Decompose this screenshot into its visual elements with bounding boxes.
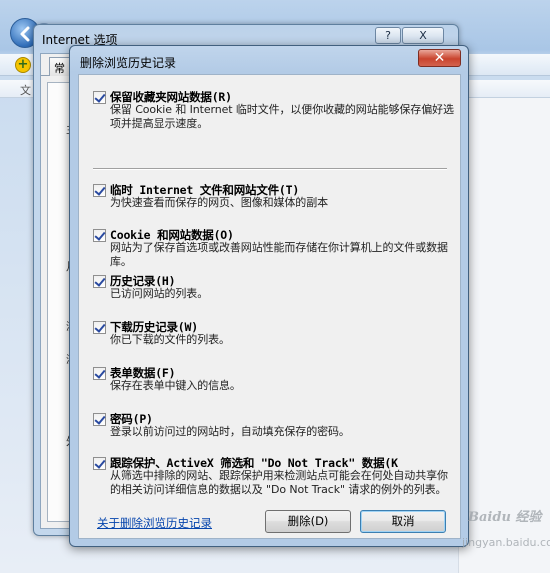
checkbox-history[interactable] xyxy=(93,275,106,288)
checkbox-download-history[interactable] xyxy=(93,321,106,334)
delete-button[interactable]: 删除(D) xyxy=(265,510,351,533)
checkbox-temp-files[interactable] xyxy=(93,184,106,197)
page-content-area xyxy=(458,98,550,573)
about-delete-history-link[interactable]: 关于删除浏览历史记录 xyxy=(97,515,212,531)
option-description: 保存在表单中键入的信息。 xyxy=(110,379,241,392)
checkbox-form-data[interactable] xyxy=(93,367,106,380)
watermark-logo: Baidu 经验 jingyan.baidu.com xyxy=(462,506,550,549)
cancel-button[interactable]: 取消 xyxy=(360,510,446,533)
option-description: 网站为了保存首选项或改善网站性能而存储在你计算机上的文件或数据库。 xyxy=(110,241,448,268)
option-description: 你已下载的文件的列表。 xyxy=(110,333,230,346)
checkbox-cookies[interactable] xyxy=(93,229,106,242)
dialog-body: 保留收藏夹网站数据(R) 保留 Cookie 和 Internet 临时文件，以… xyxy=(78,74,461,539)
help-button[interactable]: ? xyxy=(375,27,401,44)
watermark-url: jingyan.baidu.com xyxy=(462,536,550,549)
options-close-button[interactable]: X xyxy=(402,27,444,44)
dialog-close-button[interactable]: ✕ xyxy=(418,49,461,67)
option-description: 从筛选中排除的网站、跟踪保护用来检测站点可能会在何处自动共享你的相关访问详细信息… xyxy=(110,469,448,496)
add-favorites-icon[interactable]: + xyxy=(15,57,31,73)
watermark-brand: Baidu 经验 xyxy=(468,510,542,525)
option-description: 保留 Cookie 和 Internet 临时文件，以便你收藏的网站能够保存偏好… xyxy=(110,103,454,130)
dialog-title: 删除浏览历史记录 xyxy=(80,56,177,70)
browser-tab-label[interactable]: 文 xyxy=(20,82,31,98)
option-description: 为快速查看而保存的网页、图像和媒体的副本 xyxy=(110,196,328,209)
checkbox-preserve-favorites[interactable] xyxy=(93,91,106,104)
delete-history-dialog: 删除浏览历史记录 ✕ 保留收藏夹网站数据(R) 保留 Cookie 和 Inte… xyxy=(69,45,469,547)
option-description: 已访问网站的列表。 xyxy=(110,287,209,300)
separator xyxy=(93,168,447,170)
close-icon: ✕ xyxy=(433,50,446,66)
option-description: 登录以前访问过的网站时，自动填充保存的密码。 xyxy=(110,425,350,438)
checkbox-passwords[interactable] xyxy=(93,413,106,426)
checkbox-tracking-protection[interactable] xyxy=(93,457,106,470)
